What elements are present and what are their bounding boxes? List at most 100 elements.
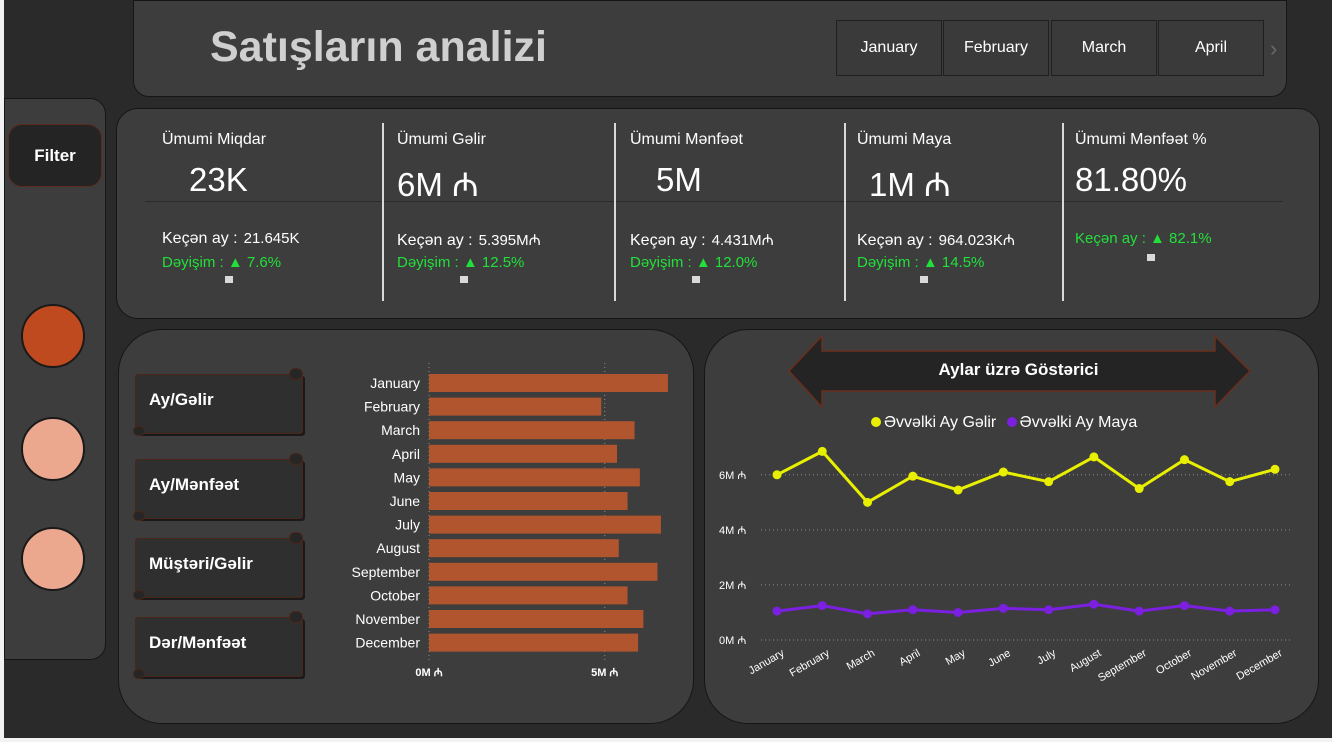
bar-january[interactable]: [429, 374, 668, 392]
income-point-january[interactable]: [772, 470, 782, 480]
kpi-change: Keçən ay : ▲ 82.1%: [1075, 230, 1212, 247]
cost-point-december[interactable]: [1270, 605, 1280, 615]
bar-june[interactable]: [429, 492, 628, 510]
kpi-separator: [844, 123, 846, 301]
cost-point-march[interactable]: [863, 609, 873, 619]
bar-category-label: April: [392, 446, 420, 462]
kpi-panel: Ümumi Miqdar 23K Keçən ay :21.645K Dəyiş…: [116, 108, 1320, 319]
income-point-may[interactable]: [953, 485, 963, 495]
kpi-card-profit: Ümumi Mənfəət 5M Keçən ay :4.431M₼ Dəyiş…: [617, 109, 845, 320]
kpi-label: Ümumi Gəlir: [397, 131, 486, 148]
line-x-tick-label: December: [1235, 647, 1285, 683]
cost-point-august[interactable]: [1089, 599, 1099, 609]
cost-point-november[interactable]: [1225, 606, 1235, 616]
bar-category-label: August: [376, 540, 420, 556]
bar-category-label: May: [394, 469, 420, 485]
kpi-separator: [614, 123, 616, 301]
bar-category-label: July: [395, 517, 420, 533]
income-point-september[interactable]: [1134, 484, 1144, 494]
line-x-tick-label: July: [1035, 647, 1058, 667]
kpi-previous: Keçən ay :5.395M₼: [397, 232, 541, 249]
kpi-label: Ümumi Mənfəət: [630, 131, 743, 148]
cost-point-june[interactable]: [998, 603, 1008, 613]
income-point-october[interactable]: [1179, 455, 1189, 465]
window-frame-bottom: [0, 738, 1332, 742]
bar-category-label: March: [381, 422, 420, 438]
cost-point-january[interactable]: [772, 606, 782, 616]
line-chart-panel: Aylar üzrə Göstərici Əvvəlki Ay Gəlir Əv…: [704, 329, 1319, 724]
bar-may[interactable]: [429, 468, 640, 487]
bar-category-label: January: [370, 375, 420, 391]
line-x-tick-label: June: [986, 647, 1013, 669]
line-x-tick-label: April: [897, 647, 922, 668]
bar-october[interactable]: [429, 586, 628, 605]
kpi-change: Dəyişim : ▲ 14.5%: [857, 254, 985, 271]
month-slicer-january[interactable]: January: [836, 20, 942, 76]
bar-category-label: September: [352, 564, 421, 580]
cost-point-july[interactable]: [1044, 605, 1054, 615]
bar-july[interactable]: [429, 515, 661, 534]
income-point-november[interactable]: [1225, 477, 1235, 487]
slicer-circle-2[interactable]: [21, 417, 85, 481]
kpi-separator: [382, 123, 384, 301]
kpi-change: Dəyişim : ▲ 12.0%: [630, 254, 758, 271]
income-point-april[interactable]: [908, 471, 918, 481]
cost-point-february[interactable]: [817, 601, 827, 611]
month-slicer-february[interactable]: February: [943, 20, 1049, 76]
line-x-tick-label: January: [747, 647, 787, 677]
kpi-marker: [920, 276, 928, 283]
page-title: Satışların analizi: [210, 23, 547, 71]
month-slicer-april[interactable]: April: [1158, 20, 1264, 76]
line-x-tick-label: March: [845, 647, 877, 673]
bar-march[interactable]: [429, 421, 635, 440]
line-y-tick-label: 6M ₼: [719, 470, 746, 482]
line-y-tick-label: 4M ₼: [719, 525, 746, 537]
income-point-august[interactable]: [1089, 452, 1099, 462]
month-slicer-march[interactable]: March: [1051, 20, 1157, 76]
filter-button[interactable]: Filter: [8, 124, 102, 187]
kpi-value: 23K: [189, 161, 248, 198]
bar-february[interactable]: [429, 397, 602, 416]
slicer-circle-3[interactable]: [21, 527, 85, 591]
bar-category-label: October: [370, 587, 420, 603]
bar-april[interactable]: [429, 444, 618, 463]
cost-point-may[interactable]: [953, 607, 963, 617]
income-point-december[interactable]: [1270, 464, 1280, 474]
income-point-july[interactable]: [1044, 477, 1054, 487]
line-x-tick-label: September: [1096, 647, 1149, 684]
kpi-value: 1M ₼: [869, 166, 951, 203]
chevron-right-icon[interactable]: ›: [1270, 36, 1277, 62]
cost-point-april[interactable]: [908, 605, 918, 615]
line-x-tick-label: November: [1189, 647, 1239, 683]
bar-december[interactable]: [429, 633, 639, 652]
kpi-value: 81.80%: [1075, 161, 1187, 198]
header-panel: Satışların analizi January February Marc…: [133, 0, 1287, 97]
kpi-card-profit-percent: Ümumi Mənfəət % 81.80% Keçən ay : ▲ 82.1…: [1065, 109, 1315, 320]
kpi-change: Dəyişim : ▲ 12.5%: [397, 254, 525, 271]
income-point-march[interactable]: [863, 497, 873, 507]
cost-point-october[interactable]: [1179, 601, 1189, 611]
bar-chart-panel: Ay/Gəlir Ay/Mənfəət Müştəri/Gəlir Dər/Mə…: [118, 329, 694, 724]
income-point-february[interactable]: [817, 446, 827, 456]
kpi-previous: Keçən ay :964.023K₼: [857, 232, 1015, 249]
monthly-line-chart: 0M ₼ 2M ₼ 4M ₼ 6M ₼ January February March Apri…: [719, 446, 1290, 685]
kpi-card-cost: Ümumi Maya 1M ₼ Keçən ay :964.023K₼ Dəyi…: [847, 109, 1062, 320]
line-y-tick-label: 0M ₼: [719, 635, 746, 647]
cost-point-september[interactable]: [1134, 606, 1144, 616]
bar-august[interactable]: [429, 539, 619, 558]
bar-november[interactable]: [429, 610, 644, 628]
kpi-change: Dəyişim : ▲ 7.6%: [162, 254, 282, 271]
kpi-marker: [692, 276, 700, 283]
bar-category-label: December: [355, 635, 420, 651]
kpi-marker: [1147, 254, 1155, 261]
line-y-tick-label: 2M ₼: [719, 580, 746, 592]
bar-x-tick-label: 0M ₼: [415, 667, 442, 679]
slicer-circle-1[interactable]: [21, 304, 85, 368]
bar-september[interactable]: [429, 562, 658, 581]
kpi-separator: [1062, 123, 1064, 301]
kpi-previous: Keçən ay :4.431M₼: [630, 232, 774, 249]
kpi-previous: Keçən ay :21.645K: [162, 230, 300, 247]
bar-category-label: November: [355, 611, 420, 627]
income-point-june[interactable]: [998, 467, 1008, 477]
bar-category-label: June: [390, 493, 421, 509]
